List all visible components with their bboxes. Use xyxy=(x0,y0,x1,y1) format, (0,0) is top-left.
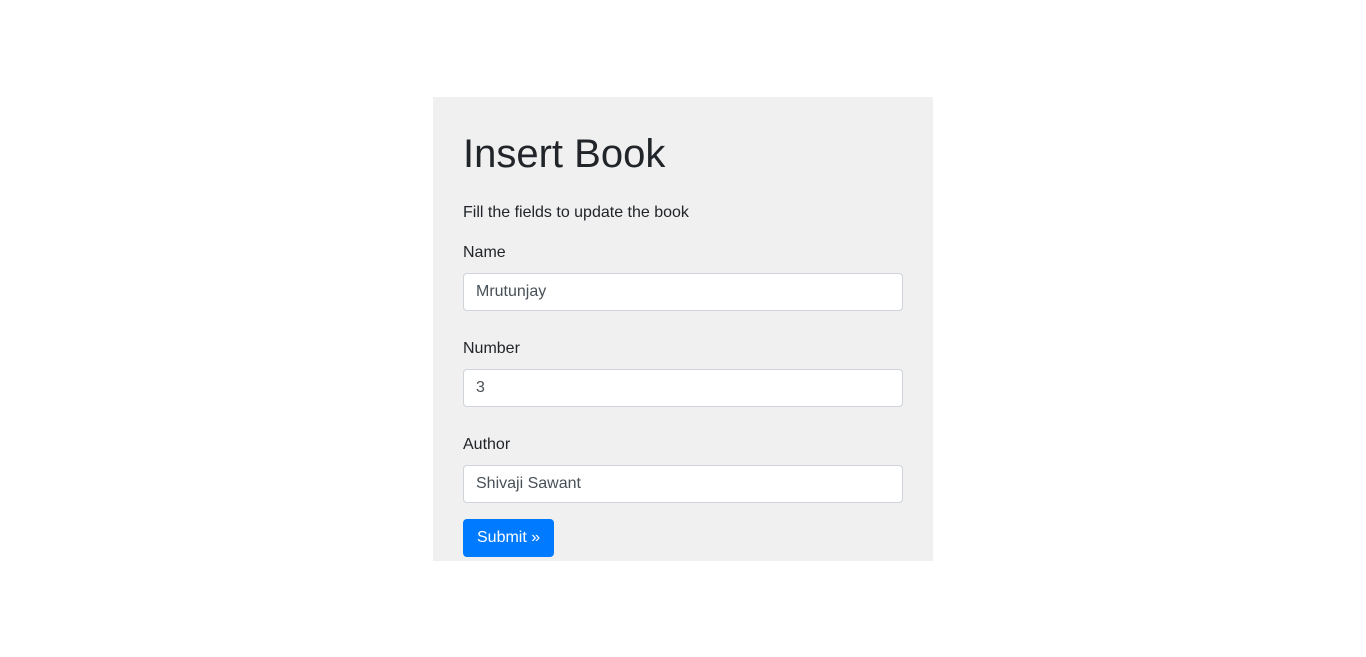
author-field-group: Author xyxy=(463,435,903,503)
page-title: Insert Book xyxy=(463,132,666,176)
author-label: Author xyxy=(463,436,511,453)
number-field-group: Number xyxy=(463,339,903,407)
name-input[interactable] xyxy=(463,273,903,311)
name-label: Name xyxy=(463,244,506,261)
name-field-group: Name xyxy=(463,243,903,311)
submit-button[interactable]: Submit » xyxy=(463,519,555,557)
author-input[interactable] xyxy=(463,465,903,503)
form-subtitle: Fill the fields to update the book xyxy=(463,204,689,221)
insert-book-card: Insert Book Fill the fields to update th… xyxy=(433,97,933,561)
number-label: Number xyxy=(463,340,520,357)
number-input[interactable] xyxy=(463,369,903,407)
